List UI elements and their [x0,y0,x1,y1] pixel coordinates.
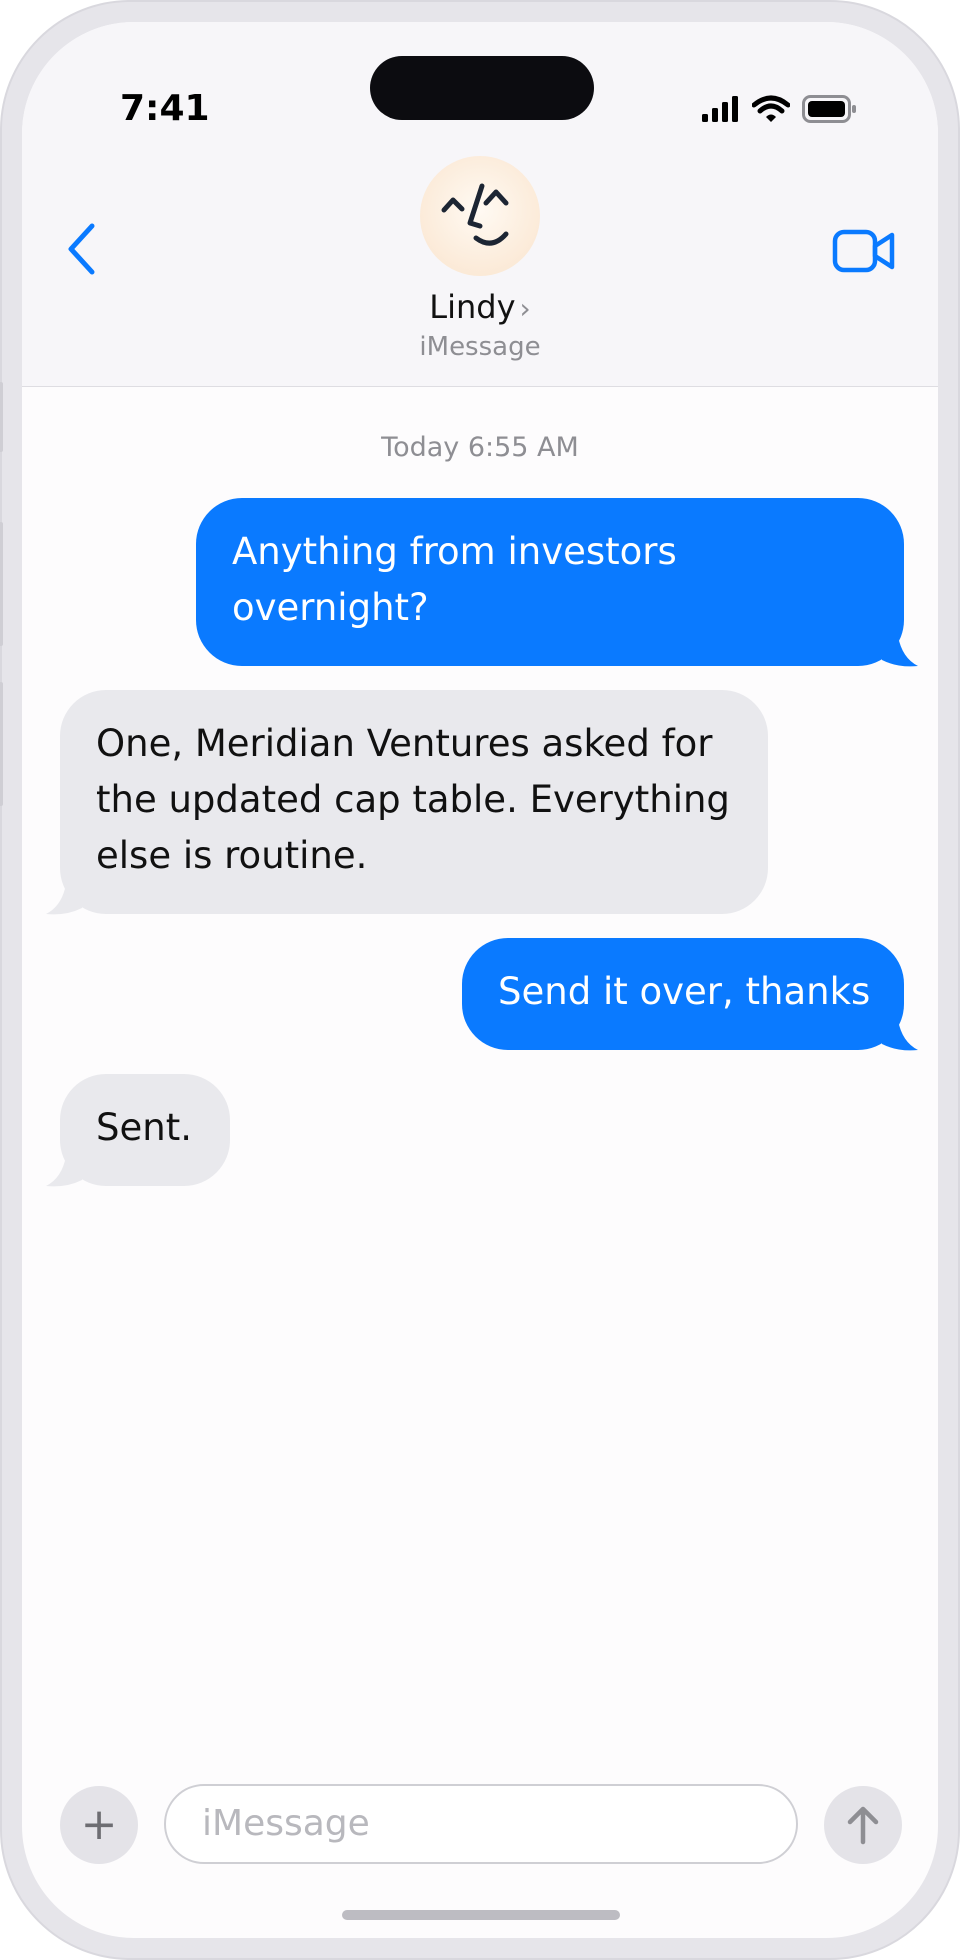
avatar[interactable] [420,156,540,276]
message-bubble-incoming[interactable]: One, Meridian Ventures asked for the upd… [60,690,768,914]
chevron-right-icon: › [519,292,531,325]
home-indicator[interactable] [342,1910,620,1920]
video-camera-icon[interactable] [832,228,896,274]
message-text: Anything from investors overnight? [232,530,677,629]
status-icons [702,94,858,124]
screen: 7:41 Lindy › iMessage Today 6:55 AM Anyt… [22,22,938,1938]
bubble-tail [878,636,918,667]
bubble-tail [46,1156,86,1187]
volume-down-button [0,682,3,806]
conversation-header: 7:41 Lindy › iMessage [22,22,938,387]
back-button[interactable] [58,218,104,280]
phone-frame: 7:41 Lindy › iMessage Today 6:55 AM Anyt… [0,0,960,1960]
thread-timestamp: Today 6:55 AM [381,432,579,463]
message-input-placeholder: iMessage [202,1803,370,1844]
volume-up-button [0,522,3,646]
battery-icon [802,95,856,123]
contact-name: Lindy [429,288,516,326]
contact-name-button[interactable]: Lindy › [22,288,938,326]
cellular-signal-icon [702,96,738,122]
action-button [0,382,3,452]
add-attachment-button[interactable]: + [60,1786,138,1864]
send-button[interactable] [824,1786,902,1864]
smiling-face-icon [441,183,509,246]
bubble-tail [878,1020,918,1051]
plus-icon: + [80,1799,118,1850]
bubble-tail [46,884,86,915]
wifi-icon [752,95,790,122]
message-text: One, Meridian Ventures asked for the upd… [96,722,730,877]
status-time: 7:41 [120,88,210,129]
chevron-left-icon [68,223,95,275]
service-label: iMessage [419,332,541,362]
arrow-up-icon [847,1806,879,1845]
message-input[interactable]: iMessage [164,1784,798,1864]
dynamic-island [370,56,594,120]
message-bubble-outgoing[interactable]: Anything from investors overnight? [196,498,904,666]
message-bubble-outgoing[interactable]: Send it over, thanks [462,938,904,1050]
message-text: Sent. [96,1106,192,1149]
message-text: Send it over, thanks [498,970,871,1013]
